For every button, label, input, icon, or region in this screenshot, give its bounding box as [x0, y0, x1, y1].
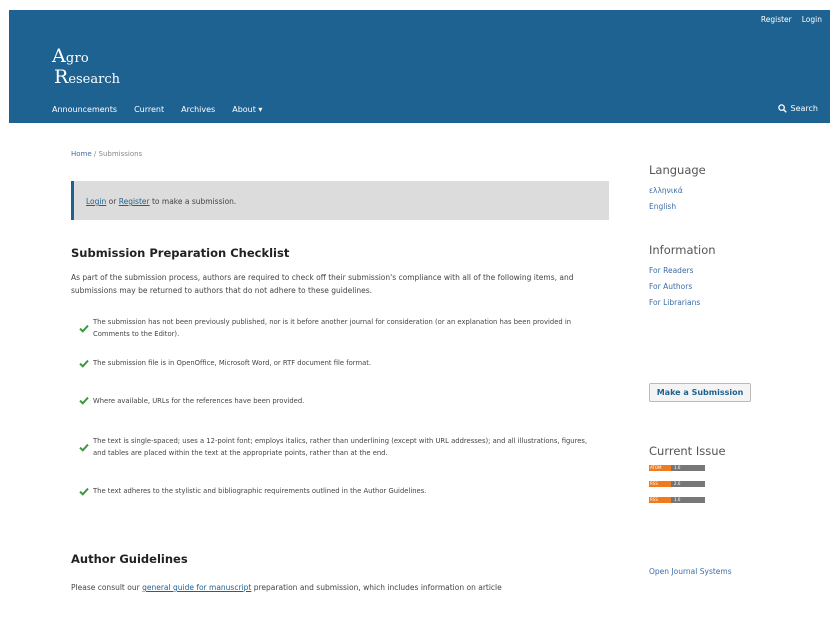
checklist-item: Where available, URLs for the references…	[71, 381, 609, 420]
search-label: Search	[790, 104, 818, 113]
feed-version: 1.0	[671, 465, 705, 471]
checklist-item-text: The text adheres to the stylistic and bi…	[93, 487, 427, 495]
checklist-item-text: Where available, URLs for the references…	[93, 396, 305, 405]
breadcrumb: Home / Submissions	[71, 150, 609, 158]
language-english[interactable]: English	[649, 202, 799, 211]
author-guidelines-text: Please consult our general guide for man…	[71, 583, 609, 592]
breadcrumb-home[interactable]: Home	[71, 150, 92, 158]
feed-type: RSS	[649, 497, 671, 503]
consult-prefix: Please consult our	[71, 583, 140, 592]
current-issue-title: Current Issue	[649, 444, 726, 458]
checklist-title: Submission Preparation Checklist	[71, 246, 290, 260]
notice-or: or	[108, 197, 117, 206]
author-guidelines-title: Author Guidelines	[71, 552, 188, 566]
language-greek[interactable]: ελληνικά	[649, 186, 799, 195]
login-notice: Login or Register to make a submission.	[71, 181, 609, 220]
feed-version: 2.0	[671, 481, 705, 487]
feed-version: 1.0	[671, 497, 705, 503]
login-link[interactable]: Login	[802, 15, 822, 24]
checklist-item-text: The submission has not been previously p…	[93, 318, 572, 338]
logo-letter-r: R	[54, 65, 69, 88]
search-icon	[777, 104, 787, 113]
checklist-item: The text adheres to the stylistic and bi…	[71, 474, 609, 508]
manuscript-guide-link[interactable]: general guide for manuscript	[142, 583, 251, 592]
nav-about[interactable]: About ▾	[232, 105, 262, 114]
checklist-item: The text is single-spaced; uses a 12-poi…	[71, 420, 609, 474]
nav-announcements[interactable]: Announcements	[52, 105, 117, 114]
main-content: Home / Submissions Login or Register to …	[71, 150, 609, 592]
logo-word-esearch: esearch	[68, 71, 120, 87]
checkmark-icon	[79, 359, 89, 368]
nav-archives[interactable]: Archives	[181, 105, 215, 114]
logo-word-gro: gro	[65, 51, 89, 66]
register-link[interactable]: Register	[761, 15, 792, 24]
for-authors-link[interactable]: For Authors	[649, 282, 799, 291]
rss1-feed-badge[interactable]: RSS 1.0	[649, 497, 705, 503]
search-link[interactable]: Search	[777, 104, 818, 113]
rss2-feed-badge[interactable]: RSS 2.0	[649, 481, 705, 487]
checklist-intro: As part of the submission process, autho…	[71, 273, 574, 295]
checkmark-icon	[79, 324, 89, 333]
primary-nav: Announcements Current Archives About ▾	[52, 105, 262, 114]
for-librarians-link[interactable]: For Librarians	[649, 298, 799, 307]
checkmark-icon	[79, 443, 89, 452]
notice-login-link[interactable]: Login	[86, 197, 106, 206]
checklist-items: The submission has not been previously p…	[71, 311, 609, 508]
notice-register-link[interactable]: Register	[119, 197, 150, 206]
logo-letter-a: A	[52, 45, 66, 67]
feed-type: RSS	[649, 481, 671, 487]
site-logo[interactable]: Agro Research	[52, 46, 120, 88]
checklist-item-text: The text is single-spaced; uses a 12-poi…	[93, 437, 588, 457]
notice-text: to make a submission.	[151, 197, 237, 206]
nav-current[interactable]: Current	[134, 105, 164, 114]
atom-feed-badge[interactable]: ATOM 1.0	[649, 465, 705, 471]
checklist-item-text: The submission file is in OpenOffice, Mi…	[93, 359, 372, 367]
breadcrumb-current: Submissions	[98, 150, 143, 158]
for-readers-link[interactable]: For Readers	[649, 266, 799, 275]
consult-suffix: preparation and submission, which includ…	[253, 583, 502, 592]
breadcrumb-separator: /	[93, 150, 97, 158]
user-nav: Register Login	[761, 15, 822, 24]
checkmark-icon	[79, 396, 89, 405]
language-title: Language	[649, 163, 706, 177]
sidebar: Language ελληνικά English Information Fo…	[649, 150, 799, 576]
make-submission-button[interactable]: Make a Submission	[649, 383, 751, 402]
information-title: Information	[649, 243, 716, 257]
checklist-item: The submission has not been previously p…	[71, 311, 609, 345]
feed-type: ATOM	[649, 465, 671, 471]
checkmark-icon	[79, 487, 89, 496]
site-header: Register Login Agro Research Announcemen…	[9, 10, 830, 123]
open-journal-systems-link[interactable]: Open Journal Systems	[649, 567, 732, 576]
checklist-item: The submission file is in OpenOffice, Mi…	[71, 345, 609, 381]
